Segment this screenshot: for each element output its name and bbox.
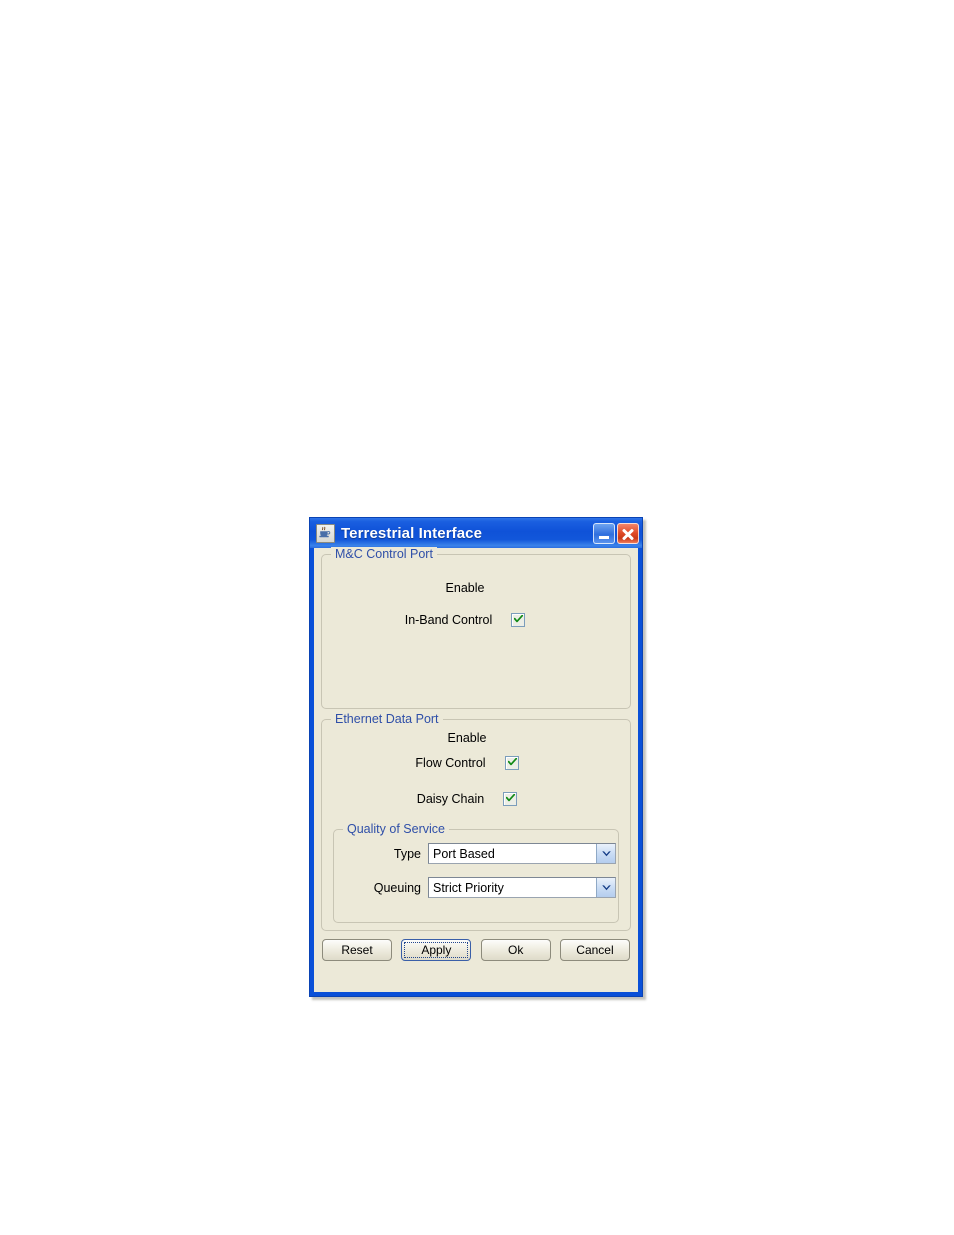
qos-queuing-row: Queuing Strict Priority: [334, 877, 618, 898]
ethernet-data-port-panel: Ethernet Data Port Enable Flow Control D…: [321, 712, 631, 931]
dialog-button-row: Reset Apply Ok Cancel: [321, 939, 631, 961]
in-band-control-checkbox[interactable]: [511, 613, 526, 627]
quality-of-service-title: Quality of Service: [343, 822, 449, 836]
ok-button[interactable]: Ok: [480, 939, 551, 961]
ethernet-data-port-title: Ethernet Data Port: [331, 712, 443, 726]
qos-queuing-select[interactable]: Strict Priority: [428, 877, 616, 898]
flow-control-label: Flow Control: [415, 756, 486, 770]
mc-control-port-panel: M&C Control Port Enable In-Band Control: [321, 547, 631, 709]
qos-type-row: Type Port Based: [334, 843, 618, 864]
daisy-chain-label: Daisy Chain: [416, 792, 485, 806]
mc-control-port-title: M&C Control Port: [331, 547, 437, 561]
qos-type-label: Type: [393, 846, 421, 861]
apply-button[interactable]: Apply: [401, 939, 472, 961]
daisy-chain-row: Daisy Chain: [322, 792, 630, 806]
reset-button[interactable]: Reset: [322, 939, 392, 961]
daisy-chain-checkbox[interactable]: [503, 792, 518, 806]
minimize-button[interactable]: [593, 522, 615, 544]
qos-type-value: Port Based: [433, 846, 495, 861]
window-title: Terrestrial Interface: [341, 524, 483, 542]
checkmark-icon: [514, 615, 524, 623]
qos-type-select[interactable]: Port Based: [428, 843, 616, 864]
java-coffee-cup-icon: [316, 523, 335, 543]
chevron-down-icon[interactable]: [596, 844, 615, 863]
qos-queuing-label: Queuing: [373, 880, 421, 895]
flow-control-row: Flow Control: [322, 756, 630, 770]
ethernet-enable-column-header: Enable: [447, 731, 487, 745]
mc-enable-column-header: Enable: [445, 581, 485, 595]
title-bar[interactable]: Terrestrial Interface: [310, 518, 642, 548]
checkmark-icon: [506, 794, 516, 802]
chevron-down-icon[interactable]: [596, 878, 615, 897]
in-band-control-row: In-Band Control: [322, 613, 630, 627]
terrestrial-interface-dialog: Terrestrial Interface M&C Control Port E…: [309, 517, 643, 997]
checkmark-icon: [507, 758, 517, 766]
cancel-button[interactable]: Cancel: [559, 939, 630, 961]
in-band-control-label: In-Band Control: [404, 613, 493, 627]
flow-control-checkbox[interactable]: [504, 756, 519, 770]
qos-queuing-value: Strict Priority: [433, 880, 504, 895]
dialog-client-area: M&C Control Port Enable In-Band Control …: [314, 547, 638, 992]
close-button[interactable]: [617, 522, 639, 544]
quality-of-service-panel: Quality of Service Type Port Based Queui…: [333, 822, 619, 923]
